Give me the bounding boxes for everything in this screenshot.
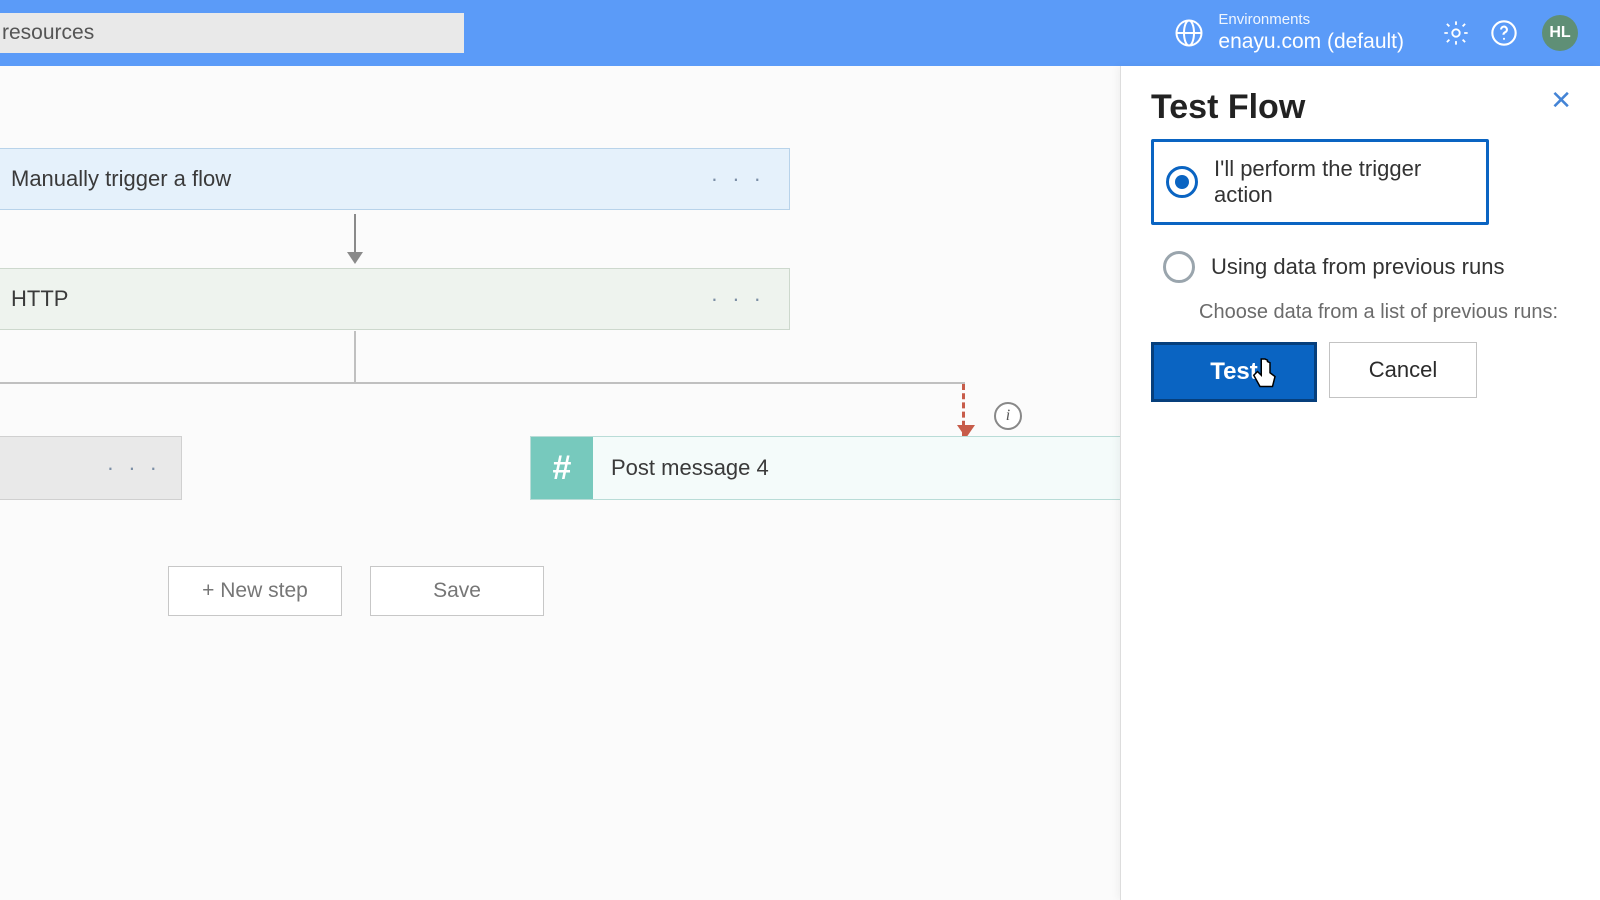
close-icon[interactable]: ✕ bbox=[1544, 84, 1578, 117]
arrow-down-icon bbox=[354, 214, 356, 262]
connector-horizontal bbox=[0, 382, 965, 384]
environment-text: Environments enayu.com (default) bbox=[1218, 11, 1404, 54]
step-post-message[interactable]: # Post message 4 bbox=[530, 436, 1172, 500]
step-branch-left[interactable]: · · · bbox=[0, 436, 182, 500]
top-bar: resources Environments enayu.com (defaul… bbox=[0, 0, 1600, 66]
help-icon[interactable] bbox=[1486, 15, 1522, 51]
branch-left-menu-icon[interactable]: · · · bbox=[107, 455, 161, 481]
step-trigger[interactable]: Manually trigger a flow · · · bbox=[0, 148, 790, 210]
connector-vertical bbox=[354, 331, 356, 382]
test-button[interactable]: Test bbox=[1151, 342, 1317, 402]
dashed-arrow-icon bbox=[962, 384, 965, 436]
test-button-label: Test bbox=[1210, 358, 1258, 386]
step-trigger-label: Manually trigger a flow bbox=[11, 166, 231, 192]
info-icon[interactable]: i bbox=[994, 402, 1022, 430]
search-input[interactable]: resources bbox=[0, 13, 464, 53]
radio-icon bbox=[1163, 251, 1195, 283]
avatar[interactable]: HL bbox=[1542, 15, 1578, 51]
cancel-button[interactable]: Cancel bbox=[1329, 342, 1477, 398]
radio-icon bbox=[1166, 166, 1198, 198]
test-flow-panel: ✕ Test Flow I'll perform the trigger act… bbox=[1120, 66, 1600, 900]
previous-runs-hint: Choose data from a list of previous runs… bbox=[1199, 301, 1570, 324]
canvas-actions: + New step Save bbox=[168, 566, 544, 616]
radio-manual-trigger[interactable]: I'll perform the trigger action bbox=[1151, 139, 1489, 225]
new-step-button[interactable]: + New step bbox=[168, 566, 342, 616]
globe-icon bbox=[1174, 18, 1204, 48]
save-button[interactable]: Save bbox=[370, 566, 544, 616]
environment-label: Environments bbox=[1218, 11, 1404, 29]
radio-manual-label: I'll perform the trigger action bbox=[1214, 156, 1474, 208]
panel-actions: Test Cancel bbox=[1151, 342, 1570, 402]
step-trigger-menu-icon[interactable]: · · · bbox=[711, 166, 765, 192]
panel-title: Test Flow bbox=[1151, 88, 1570, 127]
radio-previous-runs[interactable]: Using data from previous runs bbox=[1151, 237, 1570, 297]
environment-name: enayu.com (default) bbox=[1218, 29, 1404, 54]
step-post-label: Post message 4 bbox=[611, 455, 769, 481]
radio-previous-label: Using data from previous runs bbox=[1211, 254, 1504, 280]
gear-icon[interactable] bbox=[1438, 15, 1474, 51]
step-http-label: HTTP bbox=[11, 286, 68, 312]
hash-icon: # bbox=[531, 437, 593, 499]
environment-picker[interactable]: Environments enayu.com (default) bbox=[1174, 11, 1404, 54]
step-http[interactable]: HTTP · · · bbox=[0, 268, 790, 330]
step-http-menu-icon[interactable]: · · · bbox=[711, 286, 765, 312]
